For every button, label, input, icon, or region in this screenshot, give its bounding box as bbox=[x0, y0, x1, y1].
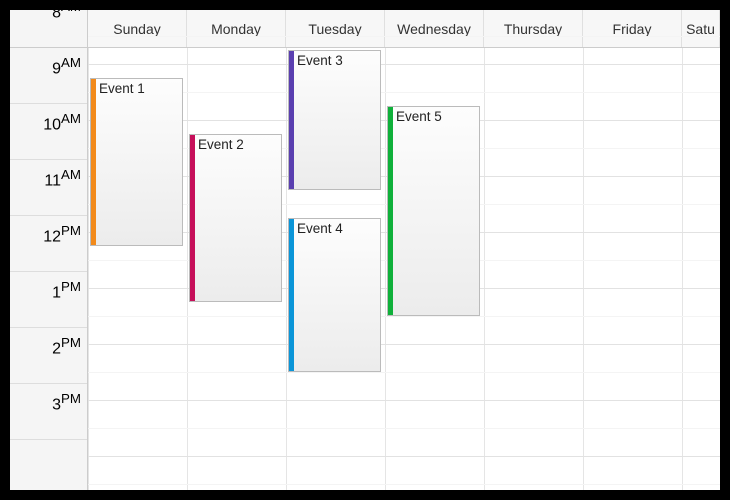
event-color-bar bbox=[289, 51, 294, 189]
time-label: 3PM bbox=[52, 391, 81, 414]
day-header[interactable]: Friday bbox=[583, 10, 682, 47]
time-label: 9AM bbox=[52, 55, 81, 78]
grid-col-line bbox=[286, 48, 287, 490]
day-header-label: Satu bbox=[686, 21, 715, 37]
time-axis: 8AM9AM10AM11AM12PM1PM2PM3PM bbox=[10, 48, 88, 490]
calendar-event[interactable]: Event 3 bbox=[288, 50, 381, 190]
event-title: Event 1 bbox=[99, 81, 145, 96]
grid-row-line bbox=[88, 456, 720, 457]
day-header-label: Friday bbox=[613, 21, 652, 37]
day-header-label: Tuesday bbox=[308, 21, 361, 37]
event-color-bar bbox=[190, 135, 195, 301]
calendar-event[interactable]: Event 4 bbox=[288, 218, 381, 372]
event-title: Event 4 bbox=[297, 221, 343, 236]
event-title: Event 3 bbox=[297, 53, 343, 68]
calendar-event[interactable]: Event 2 bbox=[189, 134, 282, 302]
grid-col-line bbox=[385, 48, 386, 490]
time-label: 8AM bbox=[52, 10, 81, 22]
event-color-bar bbox=[91, 79, 96, 245]
calendar-event[interactable]: Event 1 bbox=[90, 78, 183, 246]
calendar-week-view[interactable]: Sunday Monday Tuesday Wednesday Thursday Frid… bbox=[10, 10, 720, 490]
calendar-grid[interactable]: 8AM9AM10AM11AM12PM1PM2PM3PM Event 1Event… bbox=[10, 48, 720, 490]
time-label: 10AM bbox=[43, 111, 81, 134]
event-color-bar bbox=[388, 107, 393, 315]
time-label: 2PM bbox=[52, 335, 81, 358]
grid-row-line bbox=[88, 400, 720, 401]
day-header-row: Sunday Monday Tuesday Wednesday Thursday Frid… bbox=[10, 10, 720, 48]
time-label: 12PM bbox=[43, 223, 81, 246]
grid-row-line bbox=[88, 64, 720, 65]
calendar-event[interactable]: Event 5 bbox=[387, 106, 480, 316]
day-header[interactable]: Tuesday bbox=[286, 10, 385, 47]
day-header[interactable]: Monday bbox=[187, 10, 286, 47]
grid-col-line bbox=[583, 48, 584, 490]
time-label: 11AM bbox=[44, 167, 81, 190]
grid-body[interactable]: Event 1 Event 2 Event 3 Event 4 Event 5 bbox=[88, 48, 720, 490]
day-header[interactable]: Wednesday bbox=[385, 10, 484, 47]
grid-col-line bbox=[682, 48, 683, 490]
day-header-label: Monday bbox=[211, 21, 261, 37]
event-title: Event 5 bbox=[396, 109, 442, 124]
grid-row-line-half bbox=[88, 36, 720, 37]
time-label: 1PM bbox=[52, 279, 81, 302]
day-header[interactable]: Satu bbox=[682, 10, 720, 47]
day-header-label: Sunday bbox=[113, 21, 160, 37]
day-header-label: Wednesday bbox=[397, 21, 471, 37]
grid-row-line-half bbox=[88, 316, 720, 317]
grid-col-line bbox=[187, 48, 188, 490]
calendar-frame: Sunday Monday Tuesday Wednesday Thursday Frid… bbox=[10, 10, 720, 490]
grid-row-line bbox=[88, 344, 720, 345]
event-title: Event 2 bbox=[198, 137, 244, 152]
day-header[interactable]: Thursday bbox=[484, 10, 583, 47]
grid-row-line-half bbox=[88, 372, 720, 373]
grid-col-line bbox=[484, 48, 485, 490]
day-header[interactable]: Sunday bbox=[88, 10, 187, 47]
event-color-bar bbox=[289, 219, 294, 371]
grid-row-line-half bbox=[88, 428, 720, 429]
day-header-label: Thursday bbox=[504, 21, 562, 37]
grid-row-line-half bbox=[88, 484, 720, 485]
grid-col-line bbox=[88, 48, 89, 490]
time-cell bbox=[10, 440, 87, 490]
